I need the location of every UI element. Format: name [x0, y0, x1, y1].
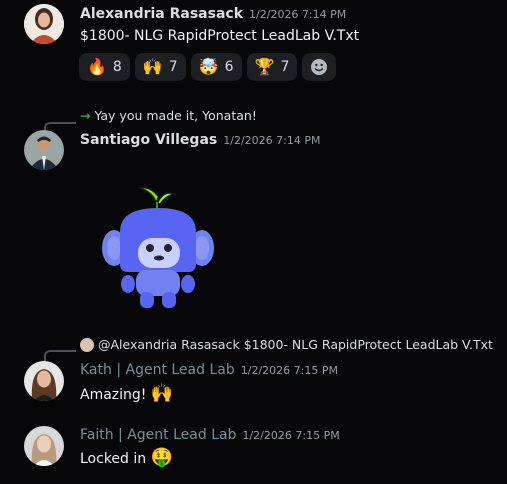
author-name[interactable]: Alexandria Rasasack 1/2/2026 7:14 PM [80, 6, 346, 22]
message-body: Amazing! [80, 387, 147, 403]
message-text: $1800- NLG RapidProtect LeadLab V.Txt [80, 28, 360, 44]
reaction-fire[interactable]: 🔥 8 [79, 53, 130, 81]
smiley-icon [311, 59, 328, 75]
trophy-icon: 🏆 [254, 57, 275, 76]
reaction-count: 6 [224, 59, 234, 75]
author-name[interactable]: Faith | Agent Lead Lab 1/2/2026 7:15 PM [80, 427, 340, 443]
wumpus-sticker[interactable] [98, 180, 222, 312]
reaction-count: 7 [280, 59, 290, 75]
message-faith: Faith | Agent Lead Lab 1/2/2026 7:15 PM L… [0, 422, 507, 482]
author-name[interactable]: Santiago Villegas 1/2/2026 7:14 PM [80, 132, 320, 148]
exploding-head-icon: 🤯 [198, 57, 219, 76]
raised-hands-icon: 🙌 [150, 383, 174, 404]
author-name-text[interactable]: Faith | Agent Lead Lab [80, 427, 236, 443]
timestamp: 1/2/2026 7:14 PM [249, 8, 347, 21]
message-santiago: Santiago Villegas 1/2/2026 7:14 PM [0, 128, 507, 313]
author-name-text[interactable]: Alexandria Rasasack [80, 6, 243, 22]
fire-icon: 🔥 [87, 57, 107, 76]
reaction-exploding-head[interactable]: 🤯 6 [190, 53, 242, 81]
reaction-count: 7 [168, 59, 178, 75]
reply-preview[interactable]: → Yay you made it, Yonatan! [80, 108, 257, 123]
reply-preview[interactable]: @Alexandria Rasasack $1800- NLG RapidPro… [80, 337, 493, 352]
reaction-raised-hands[interactable]: 🙌 7 [134, 53, 186, 81]
author-name-text[interactable]: Kath | Agent Lead Lab [80, 362, 235, 378]
reply-author[interactable]: @Alexandria Rasasack [98, 337, 240, 352]
message-alexandria: Alexandria Rasasack 1/2/2026 7:14 PM $180… [0, 0, 507, 90]
timestamp: 1/2/2026 7:14 PM [223, 134, 321, 147]
raised-hands-icon: 🙌 [142, 57, 163, 76]
reply-text: Yay you made it, Yonatan! [94, 108, 257, 123]
author-name-text[interactable]: Santiago Villegas [80, 132, 217, 148]
reaction-count: 8 [112, 59, 122, 75]
author-name[interactable]: Kath | Agent Lead Lab 1/2/2026 7:15 PM [80, 362, 338, 378]
avatar[interactable] [24, 130, 64, 170]
message-body: Locked in [80, 451, 147, 467]
mini-avatar [80, 337, 94, 352]
reactions-bar: 🔥 8 🙌 7 🤯 6 🏆 7 [79, 53, 337, 81]
avatar[interactable] [24, 426, 64, 466]
reply-arrow-icon: → [80, 108, 91, 123]
message-kath: Kath | Agent Lead Lab 1/2/2026 7:15 PM Am… [0, 357, 507, 417]
message-text: Locked in 🤑 [80, 447, 173, 468]
reaction-trophy[interactable]: 🏆 7 [246, 53, 298, 81]
message-text: Amazing! 🙌 [80, 383, 173, 404]
timestamp: 1/2/2026 7:15 PM [240, 364, 338, 377]
money-mouth-icon: 🤑 [150, 447, 174, 468]
avatar[interactable] [24, 4, 64, 44]
avatar[interactable] [24, 361, 64, 401]
reply-text: $1800- NLG RapidProtect LeadLab V.Txt [243, 337, 493, 352]
add-reaction-button[interactable] [302, 53, 337, 81]
timestamp: 1/2/2026 7:15 PM [242, 429, 340, 442]
